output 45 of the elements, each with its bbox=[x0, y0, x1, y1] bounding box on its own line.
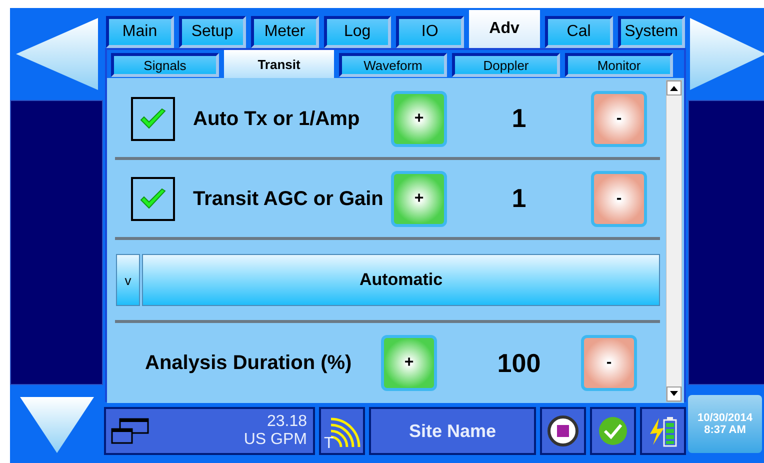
setting-value: 1 bbox=[510, 103, 528, 134]
decrement-button[interactable]: - bbox=[581, 335, 637, 391]
checkmark-circle-icon bbox=[597, 415, 629, 447]
checkmark-icon bbox=[138, 186, 168, 210]
setting-value: 1 bbox=[510, 183, 528, 214]
subtab[interactable]: Signals bbox=[111, 53, 219, 77]
tab[interactable]: Log bbox=[324, 16, 392, 48]
tab[interactable]: Meter bbox=[251, 16, 319, 48]
tab[interactable]: System bbox=[618, 16, 686, 48]
flow-unit: US GPM bbox=[244, 431, 307, 449]
status-ok-button[interactable] bbox=[590, 407, 636, 455]
stop-icon bbox=[547, 415, 579, 447]
charging-battery-icon bbox=[647, 414, 679, 448]
dropdown-arrow-button[interactable]: v bbox=[116, 254, 140, 306]
power-button[interactable] bbox=[640, 407, 686, 455]
setting-value: 100 bbox=[496, 348, 542, 378]
signal-indicator[interactable]: T bbox=[319, 407, 365, 455]
subtab[interactable]: Waveform bbox=[339, 53, 447, 77]
setting-label: Auto Tx or 1/Amp bbox=[193, 106, 361, 130]
signal-label: T bbox=[324, 435, 334, 453]
checkbox[interactable] bbox=[131, 96, 175, 140]
increment-button[interactable]: + bbox=[391, 90, 447, 146]
time-text: 8:37 AM bbox=[703, 424, 747, 436]
stop-button[interactable] bbox=[540, 407, 586, 455]
increment-button[interactable]: + bbox=[391, 170, 447, 226]
subtab[interactable]: Doppler bbox=[452, 53, 560, 77]
checkmark-icon bbox=[138, 106, 168, 130]
decrement-button[interactable]: - bbox=[591, 90, 647, 146]
subtab[interactable]: Monitor bbox=[565, 53, 673, 77]
decrement-button[interactable]: - bbox=[591, 170, 647, 226]
checkbox[interactable] bbox=[131, 176, 175, 220]
windows-icon bbox=[110, 416, 150, 446]
increment-button[interactable]: + bbox=[381, 335, 437, 391]
tab[interactable]: Cal bbox=[545, 16, 613, 48]
tab[interactable]: Setup bbox=[178, 16, 246, 48]
setting-label: Transit AGC or Gain bbox=[193, 186, 384, 210]
dropdown-field[interactable]: Automatic bbox=[142, 254, 660, 306]
tab[interactable]: IO bbox=[396, 16, 464, 48]
site-name-button[interactable]: Site Name bbox=[369, 407, 536, 455]
tab[interactable]: Main bbox=[106, 16, 174, 48]
setting-label: Analysis Duration (%) bbox=[145, 351, 353, 375]
flow-value: 23.18 bbox=[266, 413, 307, 431]
subtab[interactable]: Transit bbox=[224, 50, 334, 78]
tab[interactable]: Adv bbox=[468, 10, 540, 48]
date-text: 10/30/2014 bbox=[696, 412, 754, 424]
